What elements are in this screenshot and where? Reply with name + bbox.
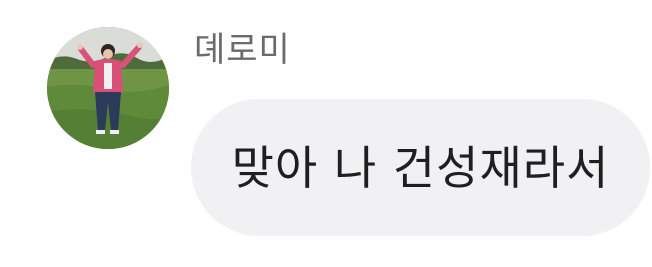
sender-avatar[interactable] bbox=[47, 27, 169, 149]
message-bubble[interactable]: 맞아 나 건성재라서 bbox=[191, 99, 650, 236]
sender-name: 뎨로미 bbox=[194, 30, 291, 70]
chat-message-row: 뎨로미 맞아 나 건성재라서 bbox=[0, 0, 652, 267]
avatar-photo-icon bbox=[47, 27, 169, 149]
message-text: 맞아 나 건성재라서 bbox=[231, 140, 610, 195]
